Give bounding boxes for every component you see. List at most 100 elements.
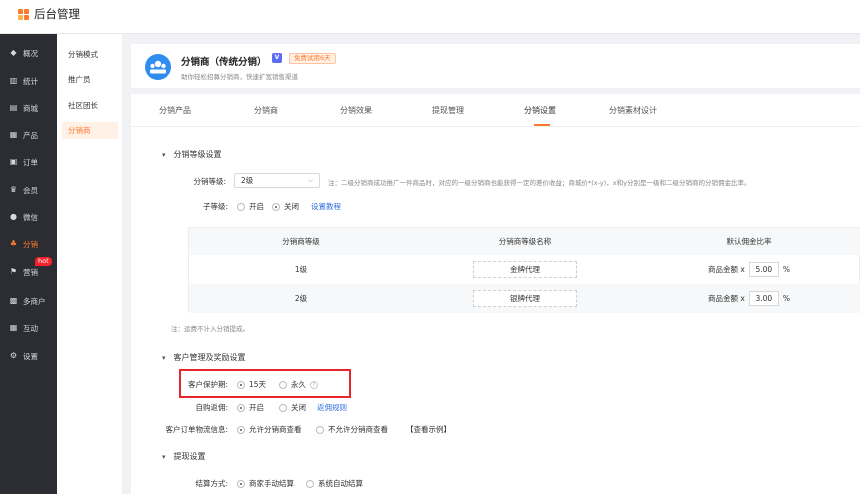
freight-footnote: 注：运费不计入分销提成。	[171, 325, 249, 333]
subnav-item-distributor[interactable]: 分销商	[62, 122, 118, 139]
sublevel-on-radio[interactable]: 开启	[237, 201, 264, 212]
order-icon: ▣	[9, 157, 18, 166]
auto-settle-radio[interactable]: 系统自动结算	[306, 478, 363, 489]
tab-settings[interactable]: 分销设置	[524, 105, 556, 116]
manual-settle-radio[interactable]: 商家手动结算	[237, 478, 294, 489]
sidebar-item-distribution[interactable]: ♣ 分销	[0, 234, 57, 254]
sidebar-item-label: 商城	[23, 103, 38, 113]
sidebar-item-marketing[interactable]: ⚑ 营销 hot	[0, 257, 57, 282]
withdraw-section-title[interactable]: ▾ 提现设置	[162, 451, 206, 462]
logistics-deny-radio[interactable]: 不允许分销商查看	[316, 424, 388, 435]
radio-icon	[316, 425, 324, 434]
commission-cell: 商品金额 x 5.00 %	[637, 255, 860, 284]
tab-products[interactable]: 分销产品	[159, 105, 191, 116]
subnav-item-community[interactable]: 社区团长	[62, 97, 118, 114]
settings-card: 分销产品 分销商 分销效果 提现管理 分销设置 分销素材设计 ▾ 分销等级设置 …	[131, 94, 860, 494]
caret-down-icon: ▾	[162, 150, 166, 159]
sidebar-item-settings[interactable]: ⚙ 设置	[0, 346, 57, 366]
radio-label: 开启	[249, 202, 264, 211]
sidebar-item-label: 互动	[23, 323, 38, 333]
chart-icon: ▥	[9, 76, 18, 85]
percent-unit: %	[782, 294, 790, 303]
sidebar-item-label: 营销	[23, 267, 38, 277]
version-badge: V	[272, 53, 282, 63]
radio-label: 允许分销商查看	[249, 425, 302, 434]
section-title-text: 分销等级设置	[173, 150, 222, 159]
level-label: 分销等级:	[193, 177, 226, 186]
table-row: 2级 银牌代理 商品金额 x 3.00 %	[189, 284, 860, 313]
radio-icon	[279, 380, 287, 389]
sidebar-item-stats[interactable]: ▥ 统计	[0, 71, 57, 91]
sidebar-item-label: 统计	[23, 76, 38, 86]
shop-icon: ▩	[9, 296, 18, 305]
table-row: 1级 金牌代理 商品金额 x 5.00 %	[189, 255, 860, 284]
help-icon[interactable]: ?	[310, 380, 318, 389]
sidebar-item-member[interactable]: ♛ 会员	[0, 180, 57, 200]
page-description: 助你轻松招募分销商，快速扩宽销售渠道	[181, 73, 298, 81]
chevron-down-icon: ⌵	[307, 176, 313, 184]
page-header: 分销商（传统分销） V 免费试用6天 助你轻松招募分销商，快速扩宽销售渠道	[131, 44, 860, 88]
sublevel-off-radio[interactable]: 关闭	[272, 201, 299, 212]
logistics-label: 客户订单物流信息:	[165, 425, 228, 434]
protect-15-radio[interactable]: 15天	[237, 379, 266, 390]
view-example-link[interactable]: 【查看示例】	[406, 424, 451, 435]
tab-withdraw[interactable]: 提现管理	[432, 105, 464, 116]
radio-label: 商家手动结算	[249, 479, 294, 488]
sidebar-item-label: 订单	[23, 157, 38, 167]
radio-checked-icon	[237, 403, 245, 412]
flag-icon: ⚑	[9, 267, 18, 276]
tab-materials[interactable]: 分销素材设计	[609, 105, 657, 116]
customer-section-title[interactable]: ▾ 客户管理及奖励设置	[162, 352, 246, 363]
level-select[interactable]: 2级 ⌵	[234, 173, 320, 188]
sidebar-item-multi-merchant[interactable]: ▩ 多商户	[0, 291, 57, 311]
sublevel-label: 子等级:	[202, 202, 228, 211]
section-title-text: 客户管理及奖励设置	[173, 353, 246, 362]
level-name-cell: 金牌代理	[413, 255, 637, 284]
level-name-input[interactable]: 银牌代理	[473, 290, 577, 307]
sidebar-item-overview[interactable]: ◆ 概况	[0, 43, 57, 63]
radio-label: 系统自动结算	[318, 479, 363, 488]
commission-cell: 商品金额 x 3.00 %	[637, 284, 860, 313]
commission-rate-input[interactable]: 3.00	[748, 291, 779, 306]
sidebar-item-interact[interactable]: ▦ 互动	[0, 318, 57, 338]
brand[interactable]: 后台管理	[18, 6, 80, 22]
protect-forever-radio[interactable]: 永久 ?	[279, 379, 318, 390]
caret-down-icon: ▾	[162, 353, 166, 362]
sidebar-item-label: 设置	[23, 351, 38, 361]
tab-distributors[interactable]: 分销商	[254, 105, 278, 116]
section-title-text: 提现设置	[173, 452, 206, 461]
level-cell: 2级	[294, 294, 308, 303]
sidebar-item-product[interactable]: ▦ 产品	[0, 125, 57, 145]
sidebar-item-label: 多商户	[23, 296, 46, 306]
rebate-rules-link[interactable]: 返佣规则	[317, 402, 347, 413]
commission-rate-input[interactable]: 5.00	[748, 262, 779, 277]
settle-method-label: 结算方式:	[195, 479, 228, 488]
selfbuy-off-radio[interactable]: 关闭	[279, 402, 306, 413]
crown-icon: ♛	[9, 185, 18, 194]
commission-prefix: 商品金额 x	[708, 294, 745, 303]
radio-label: 开启	[249, 403, 264, 412]
subnav-item-mode[interactable]: 分销模式	[62, 46, 118, 63]
sidebar-item-wechat[interactable]: ● 微信	[0, 207, 57, 227]
sidebar-item-label: 产品	[23, 130, 38, 140]
radio-label: 永久	[291, 380, 306, 389]
table-header: 分销商等级 分销商等级名称 默认佣金比率	[189, 228, 860, 255]
radio-checked-icon	[237, 479, 245, 488]
selfbuy-on-radio[interactable]: 开启	[237, 402, 264, 413]
logistics-allow-radio[interactable]: 允许分销商查看	[237, 424, 302, 435]
level-section-title[interactable]: ▾ 分销等级设置	[162, 149, 222, 160]
level-name-input[interactable]: 金牌代理	[473, 261, 577, 278]
sidebar-item-label: 微信	[23, 212, 38, 222]
gear-icon: ⚙	[9, 351, 18, 360]
tab-effect[interactable]: 分销效果	[340, 105, 372, 116]
sidebar-item-order[interactable]: ▣ 订单	[0, 152, 57, 172]
radio-label: 15天	[249, 380, 267, 389]
percent-unit: %	[782, 265, 790, 274]
table-header-cell: 分销商等级名称	[498, 237, 552, 246]
setup-tutorial-link[interactable]: 设置教程	[311, 201, 341, 212]
level-note: 注：二级分销商成功推广一件商品时，对应的一级分销商也能获得一定的差价收益；商城价…	[328, 179, 751, 187]
sidebar-item-mall[interactable]: ▤ 商城	[0, 98, 57, 118]
level-select-value: 2级	[241, 176, 254, 185]
level-cell: 1级	[294, 265, 308, 274]
subnav-item-promoter[interactable]: 推广员	[62, 71, 118, 88]
